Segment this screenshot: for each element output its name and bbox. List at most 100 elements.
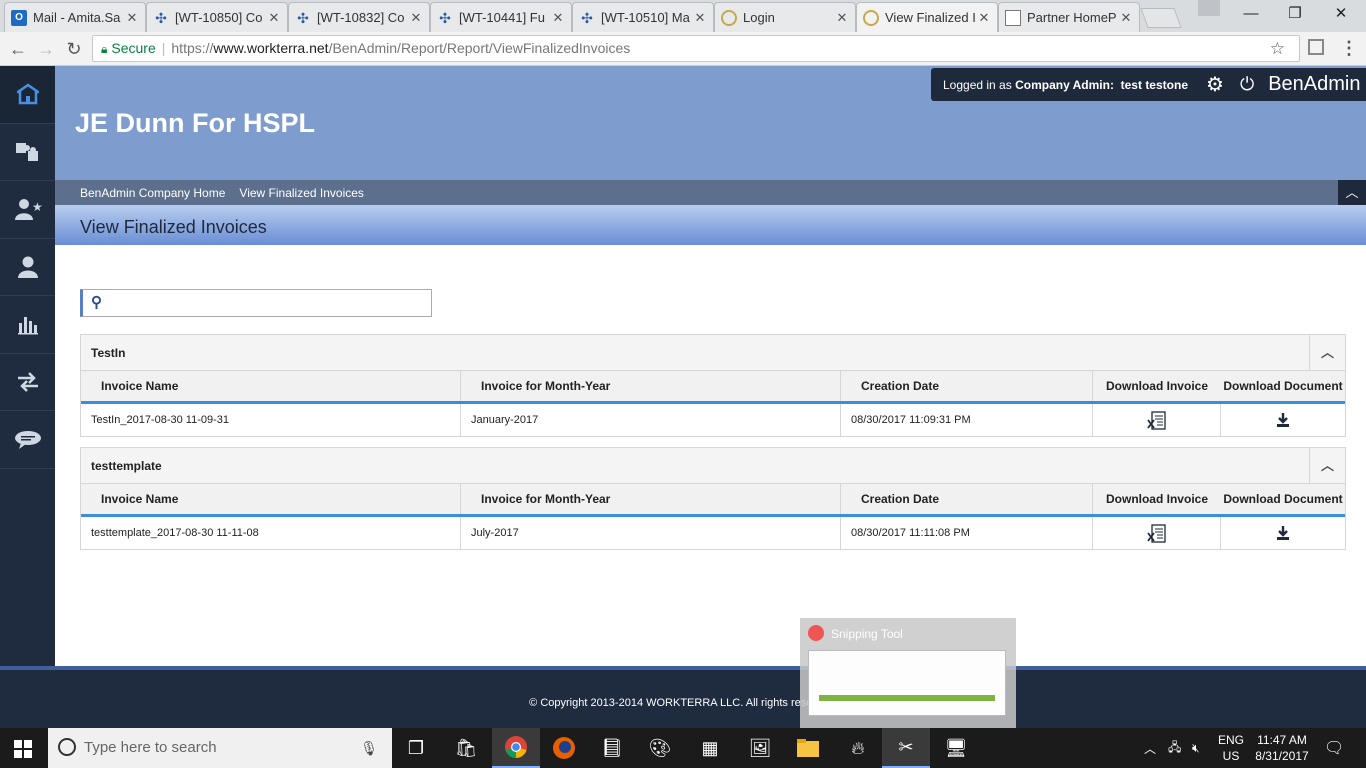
remote-desktop-icon[interactable]: 🖥︎ (932, 728, 980, 768)
notification-icon[interactable]: 🗨︎ (1324, 728, 1344, 768)
tray-chevron-icon[interactable]: ︿ (1144, 728, 1156, 768)
close-tab-icon[interactable]: ✕ (1119, 10, 1133, 26)
network-icon[interactable]: 🖧︎ (1168, 728, 1181, 768)
user-star-icon: ★ (14, 199, 42, 221)
app-footer: © Copyright 2013-2014 WORKTERRA LLC. All… (0, 666, 1366, 728)
close-window-icon[interactable]: ✕ (1318, 0, 1364, 28)
minimize-icon[interactable]: — (1228, 0, 1274, 28)
snipping-tool-preview[interactable]: Snipping Tool (800, 618, 1016, 728)
taskbar-clock[interactable]: 11:47 AM 8/31/2017 (1248, 732, 1316, 764)
sidebar-item-transfers[interactable] (0, 354, 55, 411)
invoice-name-cell: TestIn_2017-08-30 11-09-31 (81, 404, 461, 436)
gear-icon[interactable]: ⚙ (1206, 72, 1224, 97)
page-title: View Finalized Invoices (55, 205, 1366, 245)
language-indicator[interactable]: ENG US (1218, 728, 1244, 768)
invoice-panel: TestIn ︿ Invoice Name Invoice for Month-… (80, 334, 1346, 437)
snipping-tool-icon (808, 625, 824, 641)
download-document-cell (1221, 404, 1345, 436)
flame-app-icon[interactable]: 🔥︎ (834, 728, 882, 768)
reload-icon[interactable]: ↻ (62, 37, 86, 61)
close-tab-icon[interactable]: ✕ (693, 10, 707, 26)
company-name: JE Dunn For HSPL (75, 108, 316, 138)
bookmark-star-icon[interactable]: ☆ (1270, 36, 1285, 61)
collapse-header-button[interactable]: ︿ (1338, 180, 1366, 205)
jira-icon: ✣ (581, 9, 593, 26)
browser-toolbar: ← → ↻ 🔒︎ Secure | https://www.workterra.net… (0, 32, 1366, 66)
close-tab-icon[interactable]: ✕ (125, 10, 139, 26)
extension-icon[interactable] (1308, 39, 1324, 55)
browser-tab[interactable]: ✣ [WT-10441] Fu ✕ (430, 2, 572, 32)
profile-icon[interactable] (1198, 0, 1220, 16)
chevron-up-icon[interactable]: ︿ (1309, 335, 1345, 370)
panel-header[interactable]: TestIn ︿ (81, 335, 1345, 371)
browser-tab-active[interactable]: View Finalized I ✕ (856, 2, 998, 32)
column-header[interactable]: Creation Date (841, 484, 1093, 514)
chevron-up-icon[interactable]: ︿ (1309, 448, 1345, 483)
site-icon (721, 9, 737, 26)
spreadsheet-icon[interactable]: ▦ (686, 728, 734, 768)
browser-tab[interactable]: Partner HomeP ✕ (998, 2, 1140, 32)
browser-tab[interactable]: Login ✕ (714, 2, 856, 32)
close-tab-icon[interactable]: ✕ (551, 10, 565, 26)
breadcrumb-item-current[interactable]: View Finalized Invoices (239, 186, 364, 200)
volume-muted-icon[interactable]: 🔇︎ (1192, 728, 1200, 768)
restore-icon[interactable]: ❐ (1272, 0, 1318, 28)
sidebar-item-modules[interactable] (0, 124, 55, 181)
lock-icon: 🔒︎ (101, 42, 108, 56)
column-header[interactable]: Invoice for Month-Year (461, 371, 841, 401)
browser-tab[interactable]: ✣ [WT-10832] Co ✕ (288, 2, 430, 32)
close-tab-icon[interactable]: ✕ (409, 10, 423, 26)
store-icon[interactable]: 🛍︎ (442, 728, 490, 768)
browser-tab[interactable]: ✣ [WT-10850] Co ✕ (146, 2, 288, 32)
close-tab-icon[interactable]: ✕ (835, 10, 849, 26)
forward-icon[interactable]: → (34, 37, 58, 61)
breadcrumb-item-home[interactable]: BenAdmin Company Home (80, 186, 225, 200)
file-explorer-icon[interactable] (784, 728, 832, 768)
photos-icon[interactable]: 🖼︎ (736, 728, 784, 768)
creation-date-cell: 08/30/2017 11:09:31 PM (841, 404, 1093, 436)
excel-file-icon[interactable] (1146, 411, 1167, 431)
chrome-logo (505, 736, 527, 758)
snipping-tool-taskbar-icon[interactable]: ✂ (882, 728, 930, 768)
user-icon (17, 256, 38, 278)
sidebar-item-messages[interactable] (0, 411, 55, 469)
browser-menu-icon[interactable]: ⋮ (1340, 38, 1358, 59)
sidebar-item-reports[interactable] (0, 296, 55, 354)
table-row: testtemplate_2017-08-30 11-11-08 July-20… (81, 517, 1345, 549)
paint-icon[interactable]: 🎨︎ (636, 728, 684, 768)
new-tab-button[interactable] (1140, 8, 1182, 28)
firefox-icon[interactable] (540, 728, 588, 768)
back-icon[interactable]: ← (6, 37, 30, 61)
close-tab-icon[interactable]: ✕ (977, 10, 991, 26)
app-sidebar: ★ (0, 66, 55, 666)
address-bar[interactable]: 🔒︎ Secure | https://www.workterra.net/BenAd… (92, 35, 1300, 62)
download-icon[interactable] (1275, 525, 1291, 541)
microphone-icon[interactable]: 🎙︎ (360, 728, 378, 768)
sidebar-item-employees[interactable] (0, 239, 55, 296)
bar-chart-icon (17, 317, 38, 335)
taskbar-search-input[interactable]: Type here to search 🎙︎ (48, 728, 392, 768)
sidebar-item-user-admin[interactable]: ★ (0, 181, 55, 239)
app-header: JE Dunn For HSPL Logged in as Company Ad… (55, 66, 1366, 180)
notes-icon[interactable]: 📘︎ (588, 728, 636, 768)
sidebar-item-home[interactable] (0, 66, 55, 124)
column-header[interactable]: Invoice Name (81, 371, 461, 401)
windows-start-icon[interactable] (14, 740, 32, 758)
column-header[interactable]: Invoice Name (81, 484, 461, 514)
creation-date-cell: 08/30/2017 11:11:08 PM (841, 517, 1093, 549)
close-tab-icon[interactable]: ✕ (267, 10, 281, 26)
power-icon[interactable]: ⏻ (1240, 74, 1254, 95)
column-header: Download Document (1223, 379, 1343, 393)
puzzle-icon (15, 142, 38, 161)
browser-tab[interactable]: O Mail - Amita.Sa ✕ (4, 2, 146, 32)
search-input[interactable]: ⚲ (80, 289, 432, 317)
chrome-icon[interactable] (492, 728, 540, 768)
download-icon[interactable] (1275, 412, 1291, 428)
task-view-icon[interactable]: ❐ (392, 728, 440, 768)
browser-tab[interactable]: ✣ [WT-10510] Ma ✕ (572, 2, 714, 32)
excel-file-icon[interactable] (1146, 524, 1167, 544)
download-invoice-cell (1093, 517, 1221, 549)
column-header[interactable]: Creation Date (841, 371, 1093, 401)
panel-header[interactable]: testtemplate ︿ (81, 448, 1345, 484)
column-header[interactable]: Invoice for Month-Year (461, 484, 841, 514)
